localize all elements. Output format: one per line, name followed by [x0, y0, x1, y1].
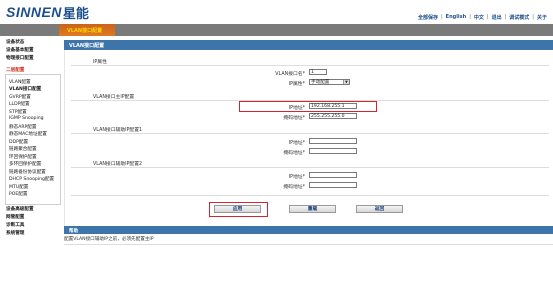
aux2-mask-label: 掩码地址*	[283, 185, 305, 190]
ip-attr-value: 手动配置	[311, 80, 330, 85]
sidebar-sub-poe[interactable]: POE配置	[9, 191, 27, 197]
reset-button[interactable]: 重载	[289, 205, 336, 213]
aux1-mask-label: 掩码地址*	[283, 151, 305, 156]
vlan-if-name-label: VLAN接口名*	[275, 72, 305, 77]
divider	[71, 65, 549, 66]
aux2-ip-label: IP地址*	[288, 175, 305, 180]
sidebar-sub-igmp[interactable]: IGMP Snooping	[9, 116, 44, 121]
sidebar-sub-stp[interactable]: STP配置	[9, 109, 27, 115]
sidebar-item-netmgmt[interactable]: 网管配置	[6, 214, 24, 220]
sidebar-sub-link-agg[interactable]: 链路聚合配置	[9, 146, 37, 152]
top-bar-title: VLAN接口配置	[67, 28, 103, 34]
help-text-line: 配置VLAN接口辅助IP之前，必须先配置主IP	[64, 237, 154, 242]
debug-mode-link[interactable]: 调试模式	[509, 14, 529, 21]
sidebar-item-device-status[interactable]: 设备状态	[6, 39, 24, 45]
sidebar-sub-static-arp[interactable]: 静态ARP配置	[9, 124, 36, 130]
top-links: 全部保存 | English | 中文 | 退出 | 调试模式 | 关于	[417, 14, 547, 21]
page-title: VLAN接口配置	[69, 43, 105, 49]
sidebar-sub-gvrp[interactable]: GVRP配置	[9, 94, 31, 100]
english-link[interactable]: English	[446, 14, 467, 21]
section-ip-attr: IP属性	[93, 60, 107, 65]
sidebar: 设备状态 设备基本配置 物理接口配置 二层配置 VLAN配置 VLAN接口配置 …	[0, 36, 61, 297]
sidebar-sub-link-backup[interactable]: 链路备份协议配置	[9, 169, 46, 175]
aux2-mask-input[interactable]	[309, 182, 357, 188]
logout-link[interactable]: 退出	[492, 14, 502, 21]
section-main-ip: VLAN接口主IP配置	[93, 95, 135, 100]
mask-input[interactable]: 255.255.255.0	[309, 113, 357, 119]
sidebar-item-layer2[interactable]: 二层配置	[6, 67, 24, 73]
logo-text-en: SINNEN	[6, 4, 62, 20]
vlan-if-name-input[interactable]: 1	[309, 69, 327, 75]
aux1-ip-input[interactable]	[309, 138, 357, 144]
section-aux-ip-1: VLAN接口辅助IP配置1	[93, 128, 143, 133]
ip-input[interactable]: 192.168.255.1	[309, 103, 357, 109]
sidebar-sub-loop-protect[interactable]: 环回保护配置	[9, 154, 37, 160]
sidebar-sub-dhcp-snooping[interactable]: DHCP Snooping配置	[9, 176, 54, 182]
sidebar-item-phys-if[interactable]: 物理接口配置	[6, 55, 34, 61]
sidebar-sub-ddp[interactable]: DDP配置	[9, 139, 28, 145]
aux1-mask-input[interactable]	[309, 148, 357, 154]
logo-text-cn: 星能	[62, 6, 89, 22]
sidebar-item-basic-config[interactable]: 设备基本配置	[6, 47, 34, 53]
vlan-if-form: IP属性 VLAN接口名* 1 IP属性* 手动配置 ▼ VLAN接口主IP配置…	[64, 50, 553, 226]
ip-label: IP地址*	[288, 106, 305, 111]
apply-button[interactable]: 应用	[214, 205, 261, 213]
ip-attr-label: IP属性*	[288, 82, 305, 87]
divider	[64, 244, 553, 245]
divider	[71, 167, 549, 168]
save-all-link[interactable]: 全部保存	[418, 14, 438, 21]
page-title-bar: VLAN接口配置	[64, 40, 553, 50]
chevron-down-icon: ▼	[343, 80, 349, 84]
sidebar-sub-mtu[interactable]: MTU配置	[9, 184, 28, 190]
sidebar-item-sysmgmt[interactable]: 系统管理	[6, 230, 24, 236]
sidebar-sub-lldp[interactable]: LLDP配置	[9, 101, 30, 107]
help-bar: 帮助	[64, 226, 553, 234]
sidebar-sub-static-mac[interactable]: 静态MAC地址配置	[9, 131, 47, 137]
divider	[71, 195, 549, 196]
about-link[interactable]: 关于	[537, 14, 547, 21]
brand-logo: SINNEN 星能	[6, 4, 89, 22]
mask-label: 掩码地址*	[283, 116, 305, 121]
ip-attr-select[interactable]: 手动配置 ▼	[309, 79, 350, 85]
divider	[71, 133, 549, 134]
sidebar-item-diagnostics[interactable]: 诊断工具	[6, 222, 24, 228]
aux1-ip-label: IP地址*	[288, 141, 305, 146]
section-aux-ip-2: VLAN接口辅助IP配置2	[93, 162, 143, 167]
sidebar-sub-vlan[interactable]: VLAN配置	[9, 79, 31, 85]
sidebar-item-advanced[interactable]: 设备高级配置	[6, 206, 34, 212]
aux2-ip-input[interactable]	[309, 172, 357, 178]
sidebar-sub-multi-loop[interactable]: 多环回保护配置	[9, 161, 41, 167]
back-button[interactable]: 返回	[356, 205, 403, 213]
top-bar: VLAN接口配置	[0, 24, 553, 36]
help-title: 帮助	[69, 228, 79, 234]
chinese-link[interactable]: 中文	[474, 14, 484, 21]
sidebar-sub-vlan-if[interactable]: VLAN接口配置	[9, 86, 41, 92]
